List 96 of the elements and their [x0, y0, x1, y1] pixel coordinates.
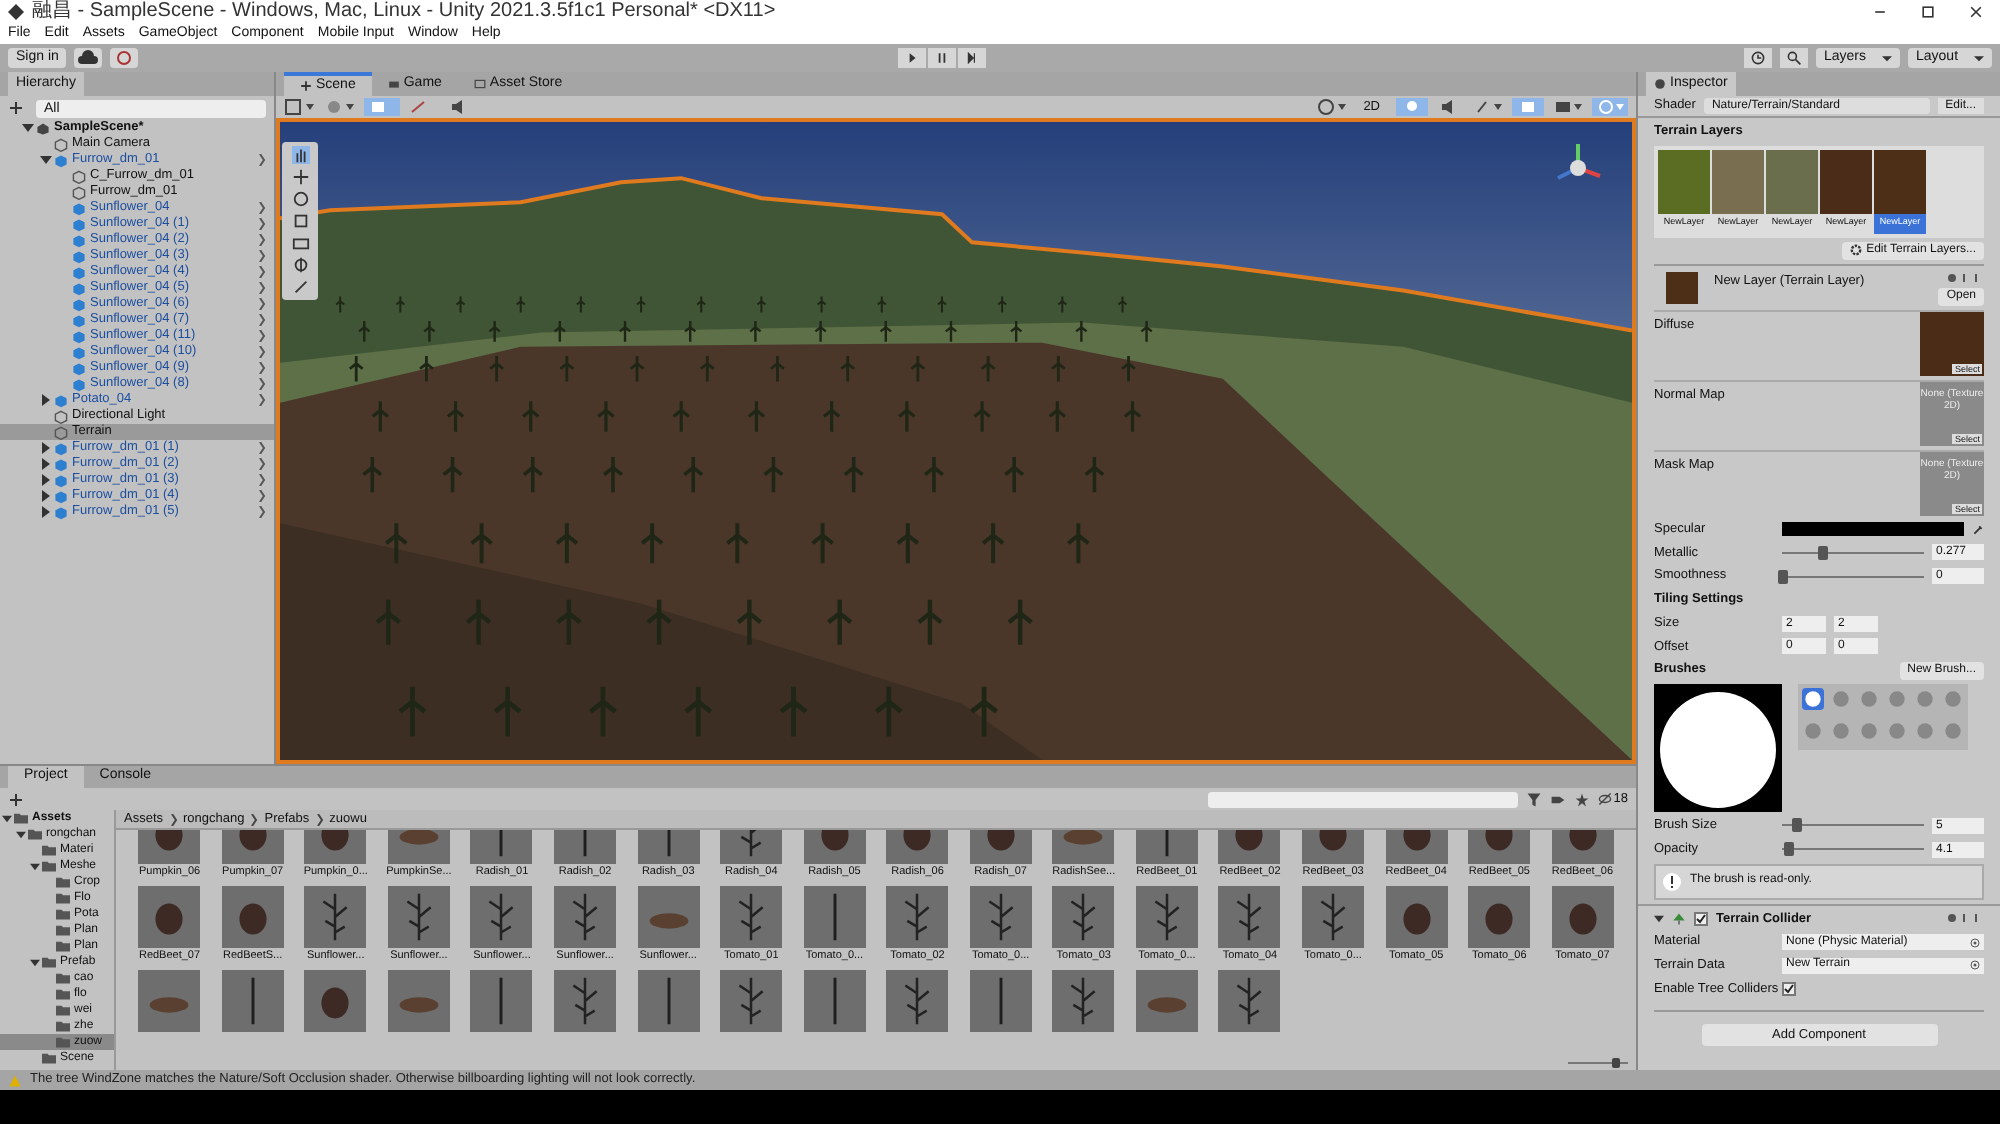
asset-thumbnail: [969, 886, 1032, 948]
asset-thumbnail[interactable]: [387, 970, 450, 1032]
play-icon[interactable]: [897, 48, 926, 68]
maximize-icon[interactable]: [1920, 3, 1936, 19]
camera-icon[interactable]: [1552, 98, 1584, 117]
brush-preview-icon: [1654, 684, 1782, 812]
hand-icon[interactable]: [291, 146, 309, 165]
eye-slash-icon: [1597, 792, 1612, 806]
asset-thumbnail[interactable]: [969, 970, 1032, 1032]
add-icon[interactable]: [8, 100, 28, 116]
asset-thumbnail[interactable]: [1218, 970, 1281, 1032]
transform-icon[interactable]: [291, 256, 309, 275]
step-icon[interactable]: [957, 48, 986, 68]
pause-icon[interactable]: [927, 48, 956, 68]
object-icon: [54, 137, 68, 151]
chevron-icon: [315, 813, 324, 825]
rotate-icon[interactable]: [291, 190, 309, 209]
move-icon[interactable]: [291, 168, 309, 187]
asset-thumbnail: [1385, 886, 1448, 948]
expand-arrow-icon[interactable]: [40, 154, 52, 166]
expand-arrow-icon[interactable]: [30, 861, 40, 871]
asset-thumbnail: [637, 886, 700, 948]
render-icon[interactable]: [324, 98, 356, 117]
info-icon: [1662, 871, 1682, 891]
color-field[interactable]: [1782, 522, 1964, 537]
close-icon[interactable]: [1968, 3, 1984, 19]
expand-arrow-icon[interactable]: [40, 394, 52, 406]
asset-thumbnail: [1052, 886, 1115, 948]
collab-icon[interactable]: [110, 48, 139, 68]
chevron-icon[interactable]: [258, 154, 266, 166]
asset-thumbnail[interactable]: [637, 970, 700, 1032]
asset-thumbnail[interactable]: [138, 970, 201, 1032]
expand-arrow-icon[interactable]: [22, 122, 34, 134]
asset-thumbnail: [803, 886, 866, 948]
rect-tool-icon[interactable]: [291, 234, 309, 253]
chevron-icon: [169, 813, 178, 825]
effects-icon[interactable]: [1472, 98, 1504, 117]
asset-thumbnail[interactable]: [720, 970, 783, 1032]
asset-thumbnail: [1551, 886, 1614, 948]
slider-thumb[interactable]: [1783, 842, 1794, 857]
asset-thumbnail[interactable]: [1135, 970, 1198, 1032]
scene-icon: [36, 121, 50, 135]
asset-thumbnail: [221, 886, 284, 948]
prefab-icon: [54, 153, 68, 167]
chevron-icon: [250, 813, 259, 825]
info-icon: [1654, 78, 1666, 90]
cloud-icon[interactable]: [74, 48, 103, 68]
history-icon[interactable]: [1744, 48, 1772, 68]
scale-icon[interactable]: [291, 212, 309, 231]
asset-thumbnail[interactable]: [803, 970, 866, 1032]
asset-thumbnail: [1218, 886, 1281, 948]
zoom-slider-thumb[interactable]: [1612, 1058, 1620, 1068]
asset-thumbnail: [1302, 886, 1365, 948]
brush-option[interactable]: [1802, 688, 1824, 710]
slider-thumb[interactable]: [1778, 569, 1788, 584]
slider-thumb[interactable]: [1817, 545, 1828, 560]
tree-icon: [1672, 911, 1686, 926]
tree-colliders-checkbox[interactable]: [1782, 982, 1796, 997]
asset-thumbnail[interactable]: [1052, 970, 1115, 1032]
target-icon: [1970, 960, 1980, 971]
custom-tool-icon[interactable]: [291, 278, 309, 297]
enabled-checkbox[interactable]: [1694, 911, 1708, 926]
asset-thumbnail: [886, 886, 949, 948]
expand-arrow-icon[interactable]: [1654, 913, 1664, 924]
game-tab-icon: [387, 78, 400, 90]
scene-tab-icon: [300, 80, 312, 92]
asset-thumbnail: [720, 886, 783, 948]
gear-icon: [1850, 244, 1863, 257]
star-icon[interactable]: [1573, 791, 1590, 807]
asset-thumbnail: [554, 886, 617, 948]
search-icon[interactable]: [1780, 48, 1808, 68]
asset-thumbnail[interactable]: [304, 970, 367, 1032]
check-icon: [1696, 913, 1706, 924]
layer-preview-swatch: [1666, 271, 1698, 304]
add-icon[interactable]: [8, 791, 28, 807]
store-tab-icon: [473, 78, 486, 90]
expand-arrow-icon[interactable]: [30, 957, 40, 967]
asset-thumbnail[interactable]: [470, 970, 533, 1032]
slider-thumb[interactable]: [1792, 818, 1803, 833]
check-icon: [1784, 984, 1794, 995]
search-field[interactable]: [1207, 791, 1518, 807]
asset-thumbnail: [304, 886, 367, 948]
window-title: 融昌 - SampleScene - Windows, Mac, Linux - Unity 2021.3.5f1c1 Personal* <DX11>: [32, 0, 776, 22]
asset-thumbnail: [1135, 886, 1198, 948]
asset-thumbnail: [1468, 886, 1531, 948]
eyedropper-icon[interactable]: [1972, 523, 1984, 536]
target-icon: [1970, 937, 1980, 948]
asset-thumbnail[interactable]: [554, 970, 617, 1032]
asset-thumbnail: [470, 886, 533, 948]
asset-thumbnail: [138, 886, 201, 948]
draw-mode-icon[interactable]: [284, 98, 316, 117]
asset-thumbnail[interactable]: [221, 970, 284, 1032]
asset-thumbnail[interactable]: [886, 970, 949, 1032]
grid-toggle-icon[interactable]: [364, 98, 400, 117]
shading-icon[interactable]: [1315, 98, 1348, 117]
asset-thumbnail: [387, 886, 450, 948]
